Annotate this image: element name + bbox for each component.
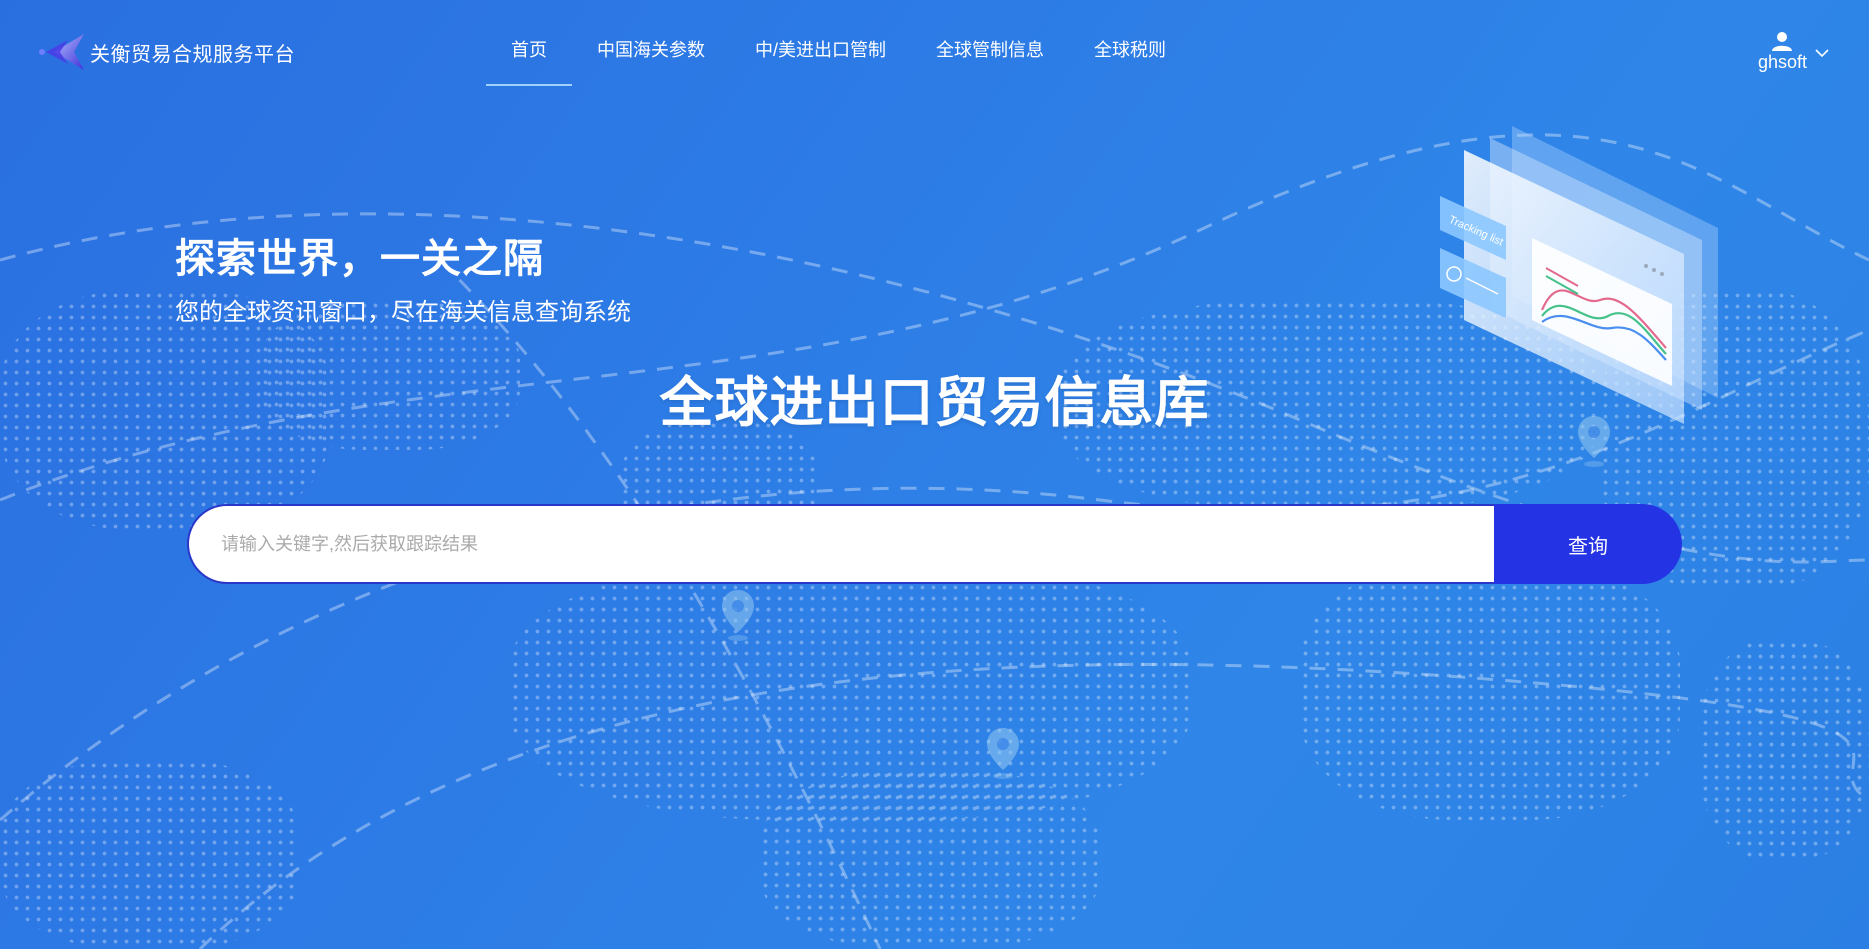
user-icon bbox=[1772, 32, 1793, 51]
brand-name: 关衡贸易合规服务平台 bbox=[90, 43, 295, 66]
nav-item-global-tariff[interactable]: 全球税则 bbox=[1069, 0, 1191, 88]
search-bar: 查询 bbox=[187, 504, 1682, 584]
search-button[interactable]: 查询 bbox=[1494, 504, 1682, 584]
nav-item-home[interactable]: 首页 bbox=[486, 0, 572, 88]
search-input[interactable] bbox=[187, 504, 1494, 584]
hero-sub-slogan: 您的全球资讯窗口，尽在海关信息查询系统 bbox=[175, 299, 631, 326]
nav-item-global-control-info[interactable]: 全球管制信息 bbox=[911, 0, 1069, 88]
chevron-down-icon bbox=[1815, 49, 1829, 58]
nav-item-china-customs-params[interactable]: 中国海关参数 bbox=[572, 0, 730, 88]
user-menu[interactable]: ghsoft bbox=[1758, 30, 1829, 73]
top-header: 关衡贸易合规服务平台 首页 中国海关参数 中/美进出口管制 全球管制信息 全球税… bbox=[0, 0, 1869, 88]
location-pin-icon bbox=[987, 728, 1019, 779]
username: ghsoft bbox=[1757, 52, 1807, 72]
brand-logo[interactable]: 关衡贸易合规服务平台 bbox=[38, 30, 295, 74]
main-nav: 首页 中国海关参数 中/美进出口管制 全球管制信息 全球税则 bbox=[486, 0, 1191, 88]
location-pin-icon bbox=[722, 590, 754, 641]
nav-item-cn-us-export-control[interactable]: 中/美进出口管制 bbox=[730, 0, 911, 88]
page-title: 全球进出口贸易信息库 bbox=[659, 373, 1210, 433]
hero-slogan: 探索世界，一关之隔 bbox=[175, 237, 544, 281]
logo-icon bbox=[39, 34, 84, 70]
